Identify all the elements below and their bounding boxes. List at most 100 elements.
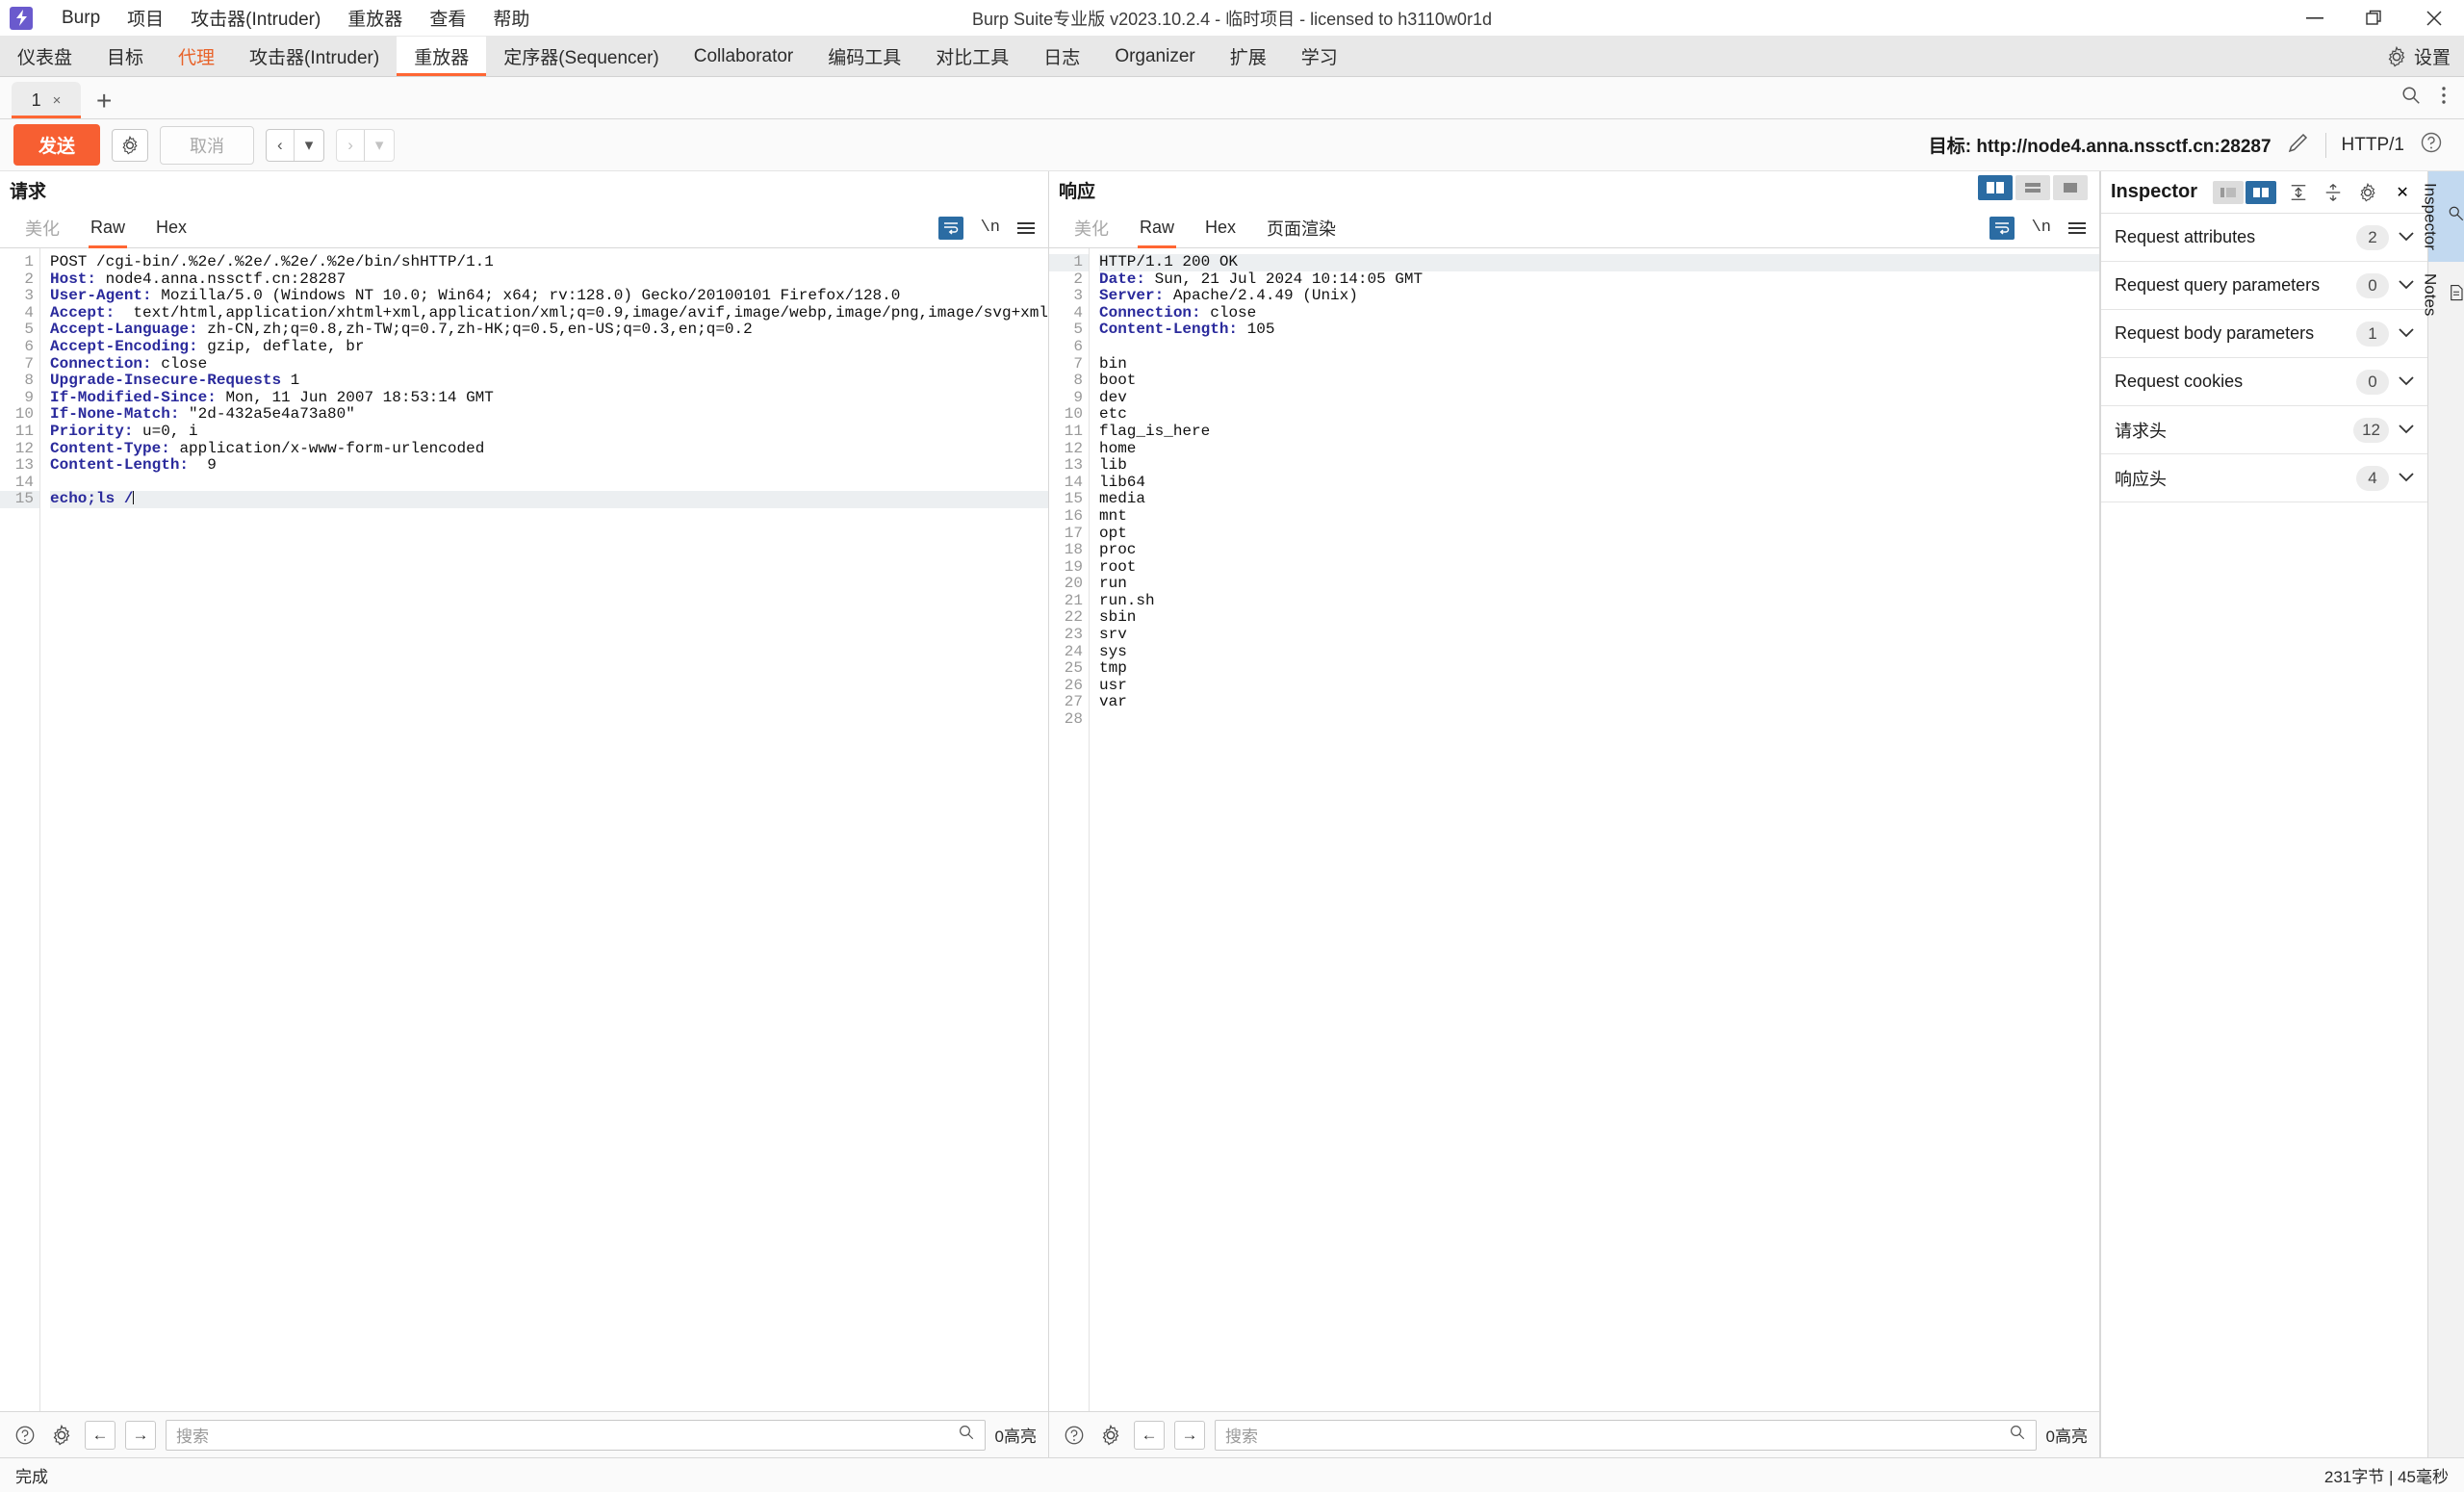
collapse-all-icon[interactable] (2321, 180, 2346, 205)
show-newlines-icon[interactable]: \n (981, 219, 1000, 237)
rail-tab-notes[interactable]: Notes (2428, 262, 2464, 327)
edit-target-icon[interactable] (2287, 131, 2310, 159)
request-tab-raw[interactable]: Raw (75, 208, 141, 248)
tab-learn[interactable]: 学习 (1284, 37, 1355, 76)
tab-intruder[interactable]: 攻击器(Intruder) (232, 37, 397, 76)
history-back-button[interactable]: ‹ (267, 130, 294, 161)
history-forward-group[interactable]: › ▾ (336, 129, 395, 162)
cancel-button[interactable]: 取消 (160, 126, 254, 165)
repeater-settings-button[interactable] (112, 129, 148, 162)
tab-collaborator[interactable]: Collaborator (677, 37, 811, 76)
tab-logger[interactable]: 日志 (1026, 37, 1097, 76)
repeater-tab-1[interactable]: 1 × (12, 82, 81, 118)
chevron-down-icon[interactable]: ▾ (294, 130, 324, 161)
inspector-section-row[interactable]: Request cookies0 (2101, 358, 2427, 406)
inspector-section-row[interactable]: Request query parameters0 (2101, 262, 2427, 310)
line-number: 21 (1049, 593, 1089, 610)
search-prev-button[interactable]: ← (1134, 1421, 1165, 1450)
layout-vertical-split-icon[interactable] (1978, 175, 2013, 200)
request-search-input[interactable]: 搜索 (166, 1420, 986, 1451)
close-icon[interactable]: ✕ (2390, 180, 2415, 205)
inspector-section-row[interactable]: 请求头12 (2101, 406, 2427, 454)
chevron-down-icon[interactable]: ▾ (364, 130, 395, 161)
response-editor[interactable]: 1234567891011121314151617181920212223242… (1049, 248, 2099, 1411)
search-next-button[interactable]: → (1174, 1421, 1205, 1450)
inspector-section-row[interactable]: Request body parameters1 (2101, 310, 2427, 358)
response-tab-hex[interactable]: Hex (1190, 208, 1251, 248)
word-wrap-icon[interactable] (1989, 217, 2015, 240)
tab-comparer[interactable]: 对比工具 (918, 37, 1026, 76)
response-search-input[interactable]: 搜索 (1215, 1420, 2037, 1451)
tab-repeater[interactable]: 重放器 (397, 37, 486, 76)
settings-button[interactable]: 设置 (2386, 43, 2451, 69)
tab-organizer[interactable]: Organizer (1097, 37, 1212, 76)
line-number: 15 (0, 491, 39, 508)
close-icon[interactable] (2404, 0, 2464, 37)
more-options-icon[interactable] (2441, 85, 2447, 111)
response-tab-render[interactable]: 页面渲染 (1251, 208, 1351, 248)
tab-sequencer[interactable]: 定序器(Sequencer) (486, 37, 677, 76)
chevron-down-icon[interactable] (2399, 229, 2414, 245)
code-line: Upgrade-Insecure-Requests 1 (50, 373, 1048, 390)
menu-project[interactable]: 项目 (114, 1, 177, 35)
layout-horizontal-split-icon[interactable] (2015, 175, 2050, 200)
request-editor[interactable]: 123456789101112131415 POST /cgi-bin/.%2e… (0, 248, 1048, 1411)
inspector-dock-left-icon[interactable] (2213, 181, 2244, 204)
request-tab-pretty[interactable]: 美化 (10, 208, 75, 248)
expand-all-icon[interactable] (2286, 180, 2311, 205)
search-icon[interactable] (2400, 85, 2422, 111)
menu-burp[interactable]: Burp (48, 4, 114, 33)
response-subtabs-right: \n (1989, 217, 2099, 240)
search-icon[interactable] (2009, 1424, 2026, 1446)
close-icon[interactable]: × (53, 92, 62, 109)
tab-decoder[interactable]: 编码工具 (810, 37, 918, 76)
request-tab-hex[interactable]: Hex (141, 208, 202, 248)
chevron-down-icon[interactable] (2399, 422, 2414, 438)
help-icon[interactable] (12, 1422, 38, 1449)
add-tab-button[interactable]: + (96, 88, 112, 115)
line-number: 4 (1049, 305, 1089, 322)
tab-proxy[interactable]: 代理 (161, 37, 232, 76)
search-icon[interactable] (958, 1424, 975, 1446)
inspector-section-row[interactable]: Request attributes2 (2101, 214, 2427, 262)
code-line: flag_is_here (1099, 424, 2099, 441)
rail-tab-inspector[interactable]: Inspector (2428, 171, 2464, 262)
search-prev-button[interactable]: ← (85, 1421, 116, 1450)
send-button[interactable]: 发送 (13, 124, 100, 166)
request-code[interactable]: POST /cgi-bin/.%2e/.%2e/.%2e/.%2e/bin/sh… (40, 248, 1048, 1411)
tab-extensions[interactable]: 扩展 (1213, 37, 1284, 76)
minimize-button[interactable] (2285, 0, 2345, 37)
menu-help[interactable]: 帮助 (479, 1, 543, 35)
line-number: 26 (1049, 678, 1089, 695)
menu-intruder[interactable]: 攻击器(Intruder) (177, 1, 334, 35)
chevron-down-icon[interactable] (2399, 325, 2414, 342)
chevron-down-icon[interactable] (2399, 373, 2414, 390)
tab-target[interactable]: 目标 (90, 37, 161, 76)
gear-icon[interactable] (1097, 1422, 1124, 1449)
chevron-down-icon[interactable] (2399, 277, 2414, 294)
show-newlines-icon[interactable]: \n (2032, 219, 2051, 237)
chevron-down-icon[interactable] (2399, 470, 2414, 486)
history-forward-button[interactable]: › (337, 130, 364, 161)
response-tab-pretty[interactable]: 美化 (1059, 208, 1124, 248)
help-icon[interactable] (2420, 131, 2443, 159)
search-next-button[interactable]: → (125, 1421, 156, 1450)
inspector-section-row[interactable]: 响应头4 (2101, 454, 2427, 502)
response-menu-icon[interactable] (2068, 222, 2086, 234)
layout-single-pane-icon[interactable] (2053, 175, 2088, 200)
response-code[interactable]: HTTP/1.1 200 OKDate: Sun, 21 Jul 2024 10… (1090, 248, 2099, 1411)
inspector-dock-right-icon[interactable] (2246, 181, 2276, 204)
word-wrap-icon[interactable] (938, 217, 963, 240)
response-tab-raw[interactable]: Raw (1124, 208, 1190, 248)
request-menu-icon[interactable] (1017, 222, 1035, 234)
line-number: 4 (0, 305, 39, 322)
history-back-group[interactable]: ‹ ▾ (266, 129, 324, 162)
maximize-restore-icon[interactable] (2345, 0, 2404, 37)
help-icon[interactable] (1061, 1422, 1088, 1449)
gear-icon[interactable] (2355, 180, 2380, 205)
menu-view[interactable]: 查看 (416, 1, 479, 35)
code-line: Connection: close (1099, 305, 2099, 322)
gear-icon[interactable] (48, 1422, 75, 1449)
tab-dashboard[interactable]: 仪表盘 (0, 37, 90, 76)
menu-repeater[interactable]: 重放器 (334, 1, 416, 35)
